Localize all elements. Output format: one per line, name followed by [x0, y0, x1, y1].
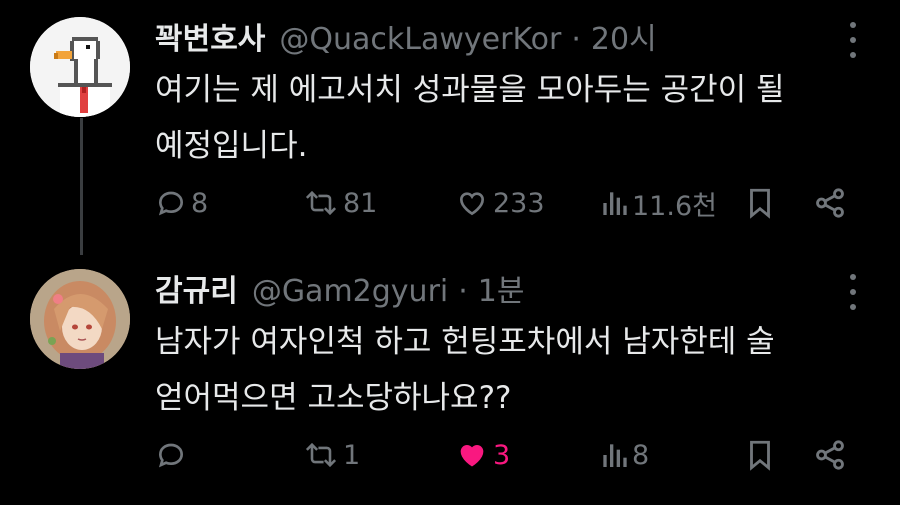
share-icon: [816, 188, 844, 218]
user-handle[interactable]: @QuackLawyerKor: [279, 22, 561, 57]
views-bar-chart-icon: [603, 192, 627, 215]
bookmark-icon: [750, 188, 770, 219]
action-bar: 1 3 8: [155, 432, 855, 478]
more-options-button[interactable]: [842, 274, 864, 310]
share-button[interactable]: [813, 432, 847, 478]
view-count: 11.6천: [632, 190, 717, 222]
more-dot-icon: [850, 37, 856, 43]
reply-icon: [158, 191, 184, 216]
views-button[interactable]: 8: [600, 432, 649, 478]
tweet-header: 감규리 @Gam2gyuri · 1분: [155, 266, 524, 309]
retweet-count: 81: [343, 187, 378, 219]
goose-avatar-icon: [30, 17, 130, 117]
share-button[interactable]: [813, 180, 847, 226]
action-bar: 8 81 233 11.6천: [155, 180, 855, 226]
views-button[interactable]: 11.6천: [600, 180, 717, 226]
view-count: 8: [632, 439, 650, 471]
retweet-count: 1: [343, 439, 361, 471]
more-dot-icon: [850, 274, 856, 280]
reply-count: 8: [191, 187, 209, 219]
user-handle[interactable]: @Gam2gyuri: [252, 274, 448, 309]
heart-outline-icon: [459, 192, 485, 216]
avatar[interactable]: [30, 17, 130, 117]
reply-button[interactable]: [155, 432, 191, 478]
separator-dot: ·: [571, 22, 581, 57]
retweet-button[interactable]: 1: [303, 432, 360, 478]
tweet[interactable]: 감규리 @Gam2gyuri · 1분 남자가 여자인척 하고 헌팅포차에서 남…: [0, 252, 900, 505]
share-icon: [816, 440, 844, 470]
tweet-header: 꽉변호사 @QuackLawyerKor · 20시: [155, 14, 657, 57]
display-name[interactable]: 꽉변호사: [155, 14, 265, 58]
more-dot-icon: [850, 22, 856, 28]
timestamp[interactable]: 20시: [591, 14, 657, 58]
tweet-text: 남자가 여자인척 하고 헌팅포차에서 남자한테 술 얻어먹으면 고소당하나요??: [155, 324, 775, 416]
more-options-button[interactable]: [842, 22, 864, 58]
more-dot-icon: [850, 304, 856, 310]
views-bar-chart-icon: [603, 444, 627, 467]
bookmark-button[interactable]: [745, 180, 775, 226]
heart-filled-icon: [460, 444, 484, 467]
timestamp[interactable]: 1분: [478, 266, 525, 310]
tweet[interactable]: 꽉변호사 @QuackLawyerKor · 20시 여기는 제 에고서치 성과…: [0, 0, 900, 252]
like-count: 233: [493, 187, 545, 219]
display-name[interactable]: 감규리: [155, 266, 238, 310]
tweet-text: 여기는 제 에고서치 성과물을 모아두는 공간이 될 예정입니다.: [155, 72, 785, 164]
bookmark-button[interactable]: [745, 432, 775, 478]
reply-icon: [158, 443, 184, 468]
retweet-icon: [305, 442, 337, 468]
retweet-icon: [305, 190, 337, 216]
more-dot-icon: [850, 289, 856, 295]
like-button[interactable]: 233: [455, 180, 545, 226]
anime-girl-avatar-icon: [30, 269, 130, 369]
like-button[interactable]: 3: [455, 432, 510, 478]
avatar[interactable]: [30, 269, 130, 369]
like-count: 3: [493, 439, 511, 471]
retweet-button[interactable]: 81: [303, 180, 377, 226]
separator-dot: ·: [458, 274, 468, 309]
reply-button[interactable]: 8: [155, 180, 208, 226]
bookmark-icon: [750, 440, 770, 471]
more-dot-icon: [850, 52, 856, 58]
